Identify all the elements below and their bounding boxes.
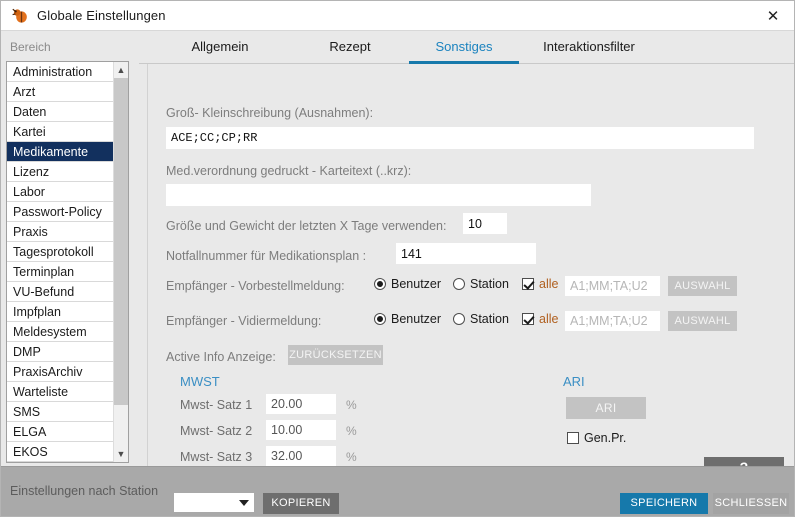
checkbox-label: alle — [539, 312, 559, 326]
station-select[interactable] — [174, 493, 254, 512]
mwst-heading: MWST — [180, 374, 220, 389]
sidebar-item-praxisarchiv[interactable]: PraxisArchiv — [7, 362, 128, 382]
recipient-vidier-auswahl-button[interactable]: AUSWAHL — [668, 311, 737, 331]
chevron-down-icon[interactable]: ▼ — [114, 446, 128, 462]
sidebar-header: Bereich — [10, 40, 51, 54]
gen-pr-checkbox[interactable]: Gen.Pr. — [567, 431, 626, 445]
mwst-row-input[interactable] — [266, 394, 336, 414]
case-sensitivity-input[interactable] — [166, 127, 754, 149]
chevron-down-icon — [239, 500, 249, 506]
radio-icon — [453, 278, 465, 290]
mwst-row-unit: % — [346, 450, 357, 464]
sidebar-item-sms[interactable]: SMS — [7, 402, 128, 422]
main-panel: Allgemein Rezept Sonstiges Interaktionsf… — [139, 31, 794, 468]
sidebar-item-warteliste[interactable]: Warteliste — [7, 382, 128, 402]
radio-label: Station — [470, 312, 509, 326]
karteitext-label: Med.verordnung gedruckt - Karteitext (..… — [166, 164, 412, 178]
sidebar-item-praxis[interactable]: Praxis — [7, 222, 128, 242]
sidebar-item-passwort-policy[interactable]: Passwort-Policy — [7, 202, 128, 222]
tab-allgemein[interactable]: Allgemein — [165, 31, 275, 64]
karteitext-input[interactable] — [166, 184, 591, 206]
sidebar-item-lizenz[interactable]: Lizenz — [7, 162, 128, 182]
close-icon[interactable]: ✕ — [750, 1, 794, 30]
mwst-row-label: Mwst- Satz 2 — [180, 424, 253, 438]
size-weight-label: Größe und Gewicht der letzten X Tage ver… — [166, 219, 447, 233]
radio-label: Station — [470, 277, 509, 291]
mwst-row-input[interactable] — [266, 446, 336, 466]
copy-settings-label: Einstellungen nach Station — [10, 484, 159, 498]
save-button[interactable]: SPEICHERN — [620, 493, 708, 514]
recipient-preorder-radio-benutzer[interactable]: Benutzer — [374, 277, 441, 291]
recipient-vidier-check-alle[interactable]: alle — [522, 312, 558, 326]
tab-sonstiges[interactable]: Sonstiges — [409, 31, 519, 64]
sidebar-scrollbar[interactable]: ▲ ▼ — [113, 62, 128, 462]
radio-icon — [374, 313, 386, 325]
sidebar-item-vu-befund[interactable]: VU-Befund — [7, 282, 128, 302]
copy-button[interactable]: KOPIEREN — [263, 493, 339, 514]
emergency-number-input[interactable] — [396, 243, 536, 264]
emergency-number-label: Notfallnummer für Medikationsplan : — [166, 249, 367, 263]
radio-label: Benutzer — [391, 277, 442, 291]
checkbox-icon — [522, 278, 534, 290]
size-weight-input[interactable] — [463, 213, 507, 234]
ari-button[interactable]: ARI — [566, 397, 646, 419]
bug-icon — [12, 8, 27, 23]
tab-interaktionsfilter[interactable]: Interaktionsfilter — [519, 31, 659, 64]
sidebar-item-arzt[interactable]: Arzt — [7, 82, 128, 102]
case-sensitivity-label: Groß- Kleinschreibung (Ausnahmen): — [166, 106, 374, 120]
globale-einstellungen-window: Globale Einstellungen ✕ Bereich Administ… — [0, 0, 795, 517]
sidebar-item-daten[interactable]: Daten — [7, 102, 128, 122]
sidebar-item-tagesprotokoll[interactable]: Tagesprotokoll — [7, 242, 128, 262]
tab-strip: Allgemein Rezept Sonstiges Interaktionsf… — [139, 31, 794, 64]
sidebar-item-administration[interactable]: Administration — [7, 62, 128, 82]
checkbox-icon — [522, 313, 534, 325]
sidebar-item-elga[interactable]: ELGA — [7, 422, 128, 442]
checkbox-label: Gen.Pr. — [584, 431, 627, 445]
recipient-vidier-input[interactable] — [565, 311, 660, 331]
recipient-preorder-check-alle[interactable]: alle — [522, 277, 558, 291]
radio-icon — [453, 313, 465, 325]
active-info-label: Active Info Anzeige: — [166, 350, 276, 364]
recipient-preorder-auswahl-button[interactable]: AUSWAHL — [668, 276, 737, 296]
tab-rezept[interactable]: Rezept — [295, 31, 405, 64]
sidebar-item-meldesystem[interactable]: Meldesystem — [7, 322, 128, 342]
sidebar-listbox[interactable]: Administration Arzt Daten Kartei Medikamente… — [6, 61, 129, 463]
sidebar-item-labor[interactable]: Labor — [7, 182, 128, 202]
sidebar-item-impfplan[interactable]: Impfplan — [7, 302, 128, 322]
ari-heading: ARI — [563, 374, 585, 389]
window-title: Globale Einstellungen — [37, 8, 166, 23]
radio-label: Benutzer — [391, 312, 442, 326]
radio-icon — [374, 278, 386, 290]
sidebar-item-dmp[interactable]: DMP — [7, 342, 128, 362]
recipient-vidier-radio-station[interactable]: Station — [453, 312, 509, 326]
title-bar: Globale Einstellungen ✕ — [1, 1, 794, 31]
recipient-vidier-label: Empfänger - Vidiermeldung: — [166, 314, 322, 328]
mwst-row-unit: % — [346, 424, 357, 438]
sidebar-item-medikamente[interactable]: Medikamente — [7, 142, 128, 162]
mwst-row-unit: % — [346, 398, 357, 412]
recipient-preorder-radio-station[interactable]: Station — [453, 277, 509, 291]
recipient-preorder-label: Empfänger - Vorbestellmeldung: — [166, 279, 345, 293]
checkbox-label: alle — [539, 277, 559, 291]
sidebar-item-ekos[interactable]: EKOS — [7, 442, 128, 462]
scrollbar-thumb[interactable] — [114, 78, 128, 405]
checkbox-icon — [567, 432, 579, 444]
sidebar-item-terminplan[interactable]: Terminplan — [7, 262, 128, 282]
reset-button[interactable]: ZURÜCKSETZEN — [288, 345, 383, 365]
chevron-up-icon[interactable]: ▲ — [114, 62, 128, 78]
settings-panel: Groß- Kleinschreibung (Ausnahmen): Med.v… — [147, 64, 788, 468]
recipient-preorder-input[interactable] — [565, 276, 660, 296]
mwst-row-label: Mwst- Satz 1 — [180, 398, 253, 412]
recipient-vidier-radio-benutzer[interactable]: Benutzer — [374, 312, 441, 326]
sidebar-item-container: Administration Arzt Daten Kartei Medikamente… — [7, 62, 128, 462]
close-button[interactable]: SCHLIESSEN — [713, 493, 789, 514]
sidebar-item-kartei[interactable]: Kartei — [7, 122, 128, 142]
mwst-row-label: Mwst- Satz 3 — [180, 450, 253, 464]
mwst-row-input[interactable] — [266, 420, 336, 440]
